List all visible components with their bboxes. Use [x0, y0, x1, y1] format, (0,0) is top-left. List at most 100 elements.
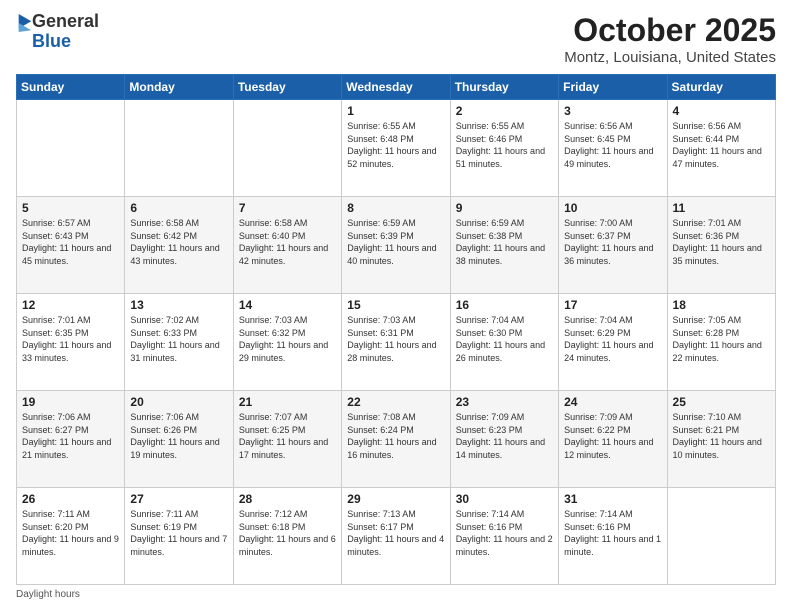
table-row: 29 Sunrise: 7:13 AM Sunset: 6:17 PM Dayli…	[342, 488, 450, 585]
day-number: 23	[456, 395, 553, 409]
day-info: Sunrise: 7:11 AM Sunset: 6:20 PM Dayligh…	[22, 508, 119, 558]
day-number: 29	[347, 492, 444, 506]
day-info: Sunrise: 7:11 AM Sunset: 6:19 PM Dayligh…	[130, 508, 227, 558]
day-info: Sunrise: 7:03 AM Sunset: 6:32 PM Dayligh…	[239, 314, 336, 364]
table-row: 30 Sunrise: 7:14 AM Sunset: 6:16 PM Dayli…	[450, 488, 558, 585]
day-info: Sunrise: 7:03 AM Sunset: 6:31 PM Dayligh…	[347, 314, 444, 364]
day-number: 7	[239, 201, 336, 215]
table-row: 4Sunrise: 6:56 AM Sunset: 6:44 PM Daylig…	[667, 100, 775, 197]
table-row: 3 Sunrise: 6:56 AM Sunset: 6:45 PM Daylig…	[559, 100, 667, 197]
header-saturday: Saturday	[667, 75, 775, 100]
header-friday: Friday	[559, 75, 667, 100]
day-number: 24	[564, 395, 661, 409]
day-info: Sunrise: 7:04 AM Sunset: 6:30 PM Dayligh…	[456, 314, 553, 364]
day-number: 18	[673, 298, 770, 312]
calendar-week-row: 1Sunrise: 6:55 AM Sunset: 6:48 PM Daylig…	[17, 100, 776, 197]
day-info: Sunrise: 7:05 AM Sunset: 6:28 PM Dayligh…	[673, 314, 770, 364]
day-number: 8	[347, 201, 444, 215]
table-row: 25 Sunrise: 7:10 AM Sunset: 6:21 PM Dayli…	[667, 391, 775, 488]
table-row: 27 Sunrise: 7:11 AM Sunset: 6:19 PM Dayli…	[125, 488, 233, 585]
day-number: 20	[130, 395, 227, 409]
day-number: 12	[22, 298, 119, 312]
day-info: Sunrise: 6:59 AM Sunset: 6:38 PM Dayligh…	[456, 217, 553, 267]
header-sunday: Sunday	[17, 75, 125, 100]
location-title: Montz, Louisiana, United States	[564, 49, 776, 66]
calendar-week-row: 5 Sunrise: 6:57 AM Sunset: 6:43 PM Daylig…	[17, 197, 776, 294]
day-info: Sunrise: 7:09 AM Sunset: 6:22 PM Dayligh…	[564, 411, 661, 461]
day-number: 30	[456, 492, 553, 506]
table-row	[667, 488, 775, 585]
day-number: 25	[673, 395, 770, 409]
day-info: Sunrise: 6:57 AM Sunset: 6:43 PM Dayligh…	[22, 217, 119, 267]
day-number: 5	[22, 201, 119, 215]
day-info: Sunrise: 7:12 AM Sunset: 6:18 PM Dayligh…	[239, 508, 336, 558]
table-row: 15 Sunrise: 7:03 AM Sunset: 6:31 PM Dayli…	[342, 294, 450, 391]
table-row	[233, 100, 341, 197]
footer-note: Daylight hours	[16, 589, 776, 600]
table-row: 20Sunrise: 7:06 AM Sunset: 6:26 PM Dayli…	[125, 391, 233, 488]
table-row: 14Sunrise: 7:03 AM Sunset: 6:32 PM Dayli…	[233, 294, 341, 391]
table-row: 10 Sunrise: 7:00 AM Sunset: 6:37 PM Dayli…	[559, 197, 667, 294]
day-number: 2	[456, 104, 553, 118]
header-wednesday: Wednesday	[342, 75, 450, 100]
table-row	[125, 100, 233, 197]
day-info: Sunrise: 7:09 AM Sunset: 6:23 PM Dayligh…	[456, 411, 553, 461]
header-tuesday: Tuesday	[233, 75, 341, 100]
table-row: 26Sunrise: 7:11 AM Sunset: 6:20 PM Dayli…	[17, 488, 125, 585]
month-title: October 2025	[564, 12, 776, 49]
day-info: Sunrise: 6:58 AM Sunset: 6:42 PM Dayligh…	[130, 217, 227, 267]
logo-icon	[18, 14, 32, 32]
day-number: 3	[564, 104, 661, 118]
day-number: 27	[130, 492, 227, 506]
table-row: 31Sunrise: 7:14 AM Sunset: 6:16 PM Dayli…	[559, 488, 667, 585]
table-row: 7 Sunrise: 6:58 AM Sunset: 6:40 PM Daylig…	[233, 197, 341, 294]
table-row: 5 Sunrise: 6:57 AM Sunset: 6:43 PM Daylig…	[17, 197, 125, 294]
table-row: 9Sunrise: 6:59 AM Sunset: 6:38 PM Daylig…	[450, 197, 558, 294]
calendar-week-row: 12Sunrise: 7:01 AM Sunset: 6:35 PM Dayli…	[17, 294, 776, 391]
day-number: 17	[564, 298, 661, 312]
day-info: Sunrise: 6:56 AM Sunset: 6:45 PM Dayligh…	[564, 120, 661, 170]
table-row: 18 Sunrise: 7:05 AM Sunset: 6:28 PM Dayli…	[667, 294, 775, 391]
logo-text: General Blue	[32, 12, 99, 52]
page: General Blue October 2025 Montz, Louisia…	[0, 0, 792, 612]
day-info: Sunrise: 7:13 AM Sunset: 6:17 PM Dayligh…	[347, 508, 444, 558]
table-row: 12Sunrise: 7:01 AM Sunset: 6:35 PM Dayli…	[17, 294, 125, 391]
day-info: Sunrise: 6:55 AM Sunset: 6:46 PM Dayligh…	[456, 120, 553, 170]
day-number: 28	[239, 492, 336, 506]
header-monday: Monday	[125, 75, 233, 100]
table-row: 19 Sunrise: 7:06 AM Sunset: 6:27 PM Dayli…	[17, 391, 125, 488]
table-row: 11 Sunrise: 7:01 AM Sunset: 6:36 PM Dayli…	[667, 197, 775, 294]
day-info: Sunrise: 7:14 AM Sunset: 6:16 PM Dayligh…	[456, 508, 553, 558]
day-info: Sunrise: 7:14 AM Sunset: 6:16 PM Dayligh…	[564, 508, 661, 558]
calendar-week-row: 26Sunrise: 7:11 AM Sunset: 6:20 PM Dayli…	[17, 488, 776, 585]
day-number: 19	[22, 395, 119, 409]
table-row: 17 Sunrise: 7:04 AM Sunset: 6:29 PM Dayli…	[559, 294, 667, 391]
day-info: Sunrise: 7:04 AM Sunset: 6:29 PM Dayligh…	[564, 314, 661, 364]
header: General Blue October 2025 Montz, Louisia…	[16, 12, 776, 66]
day-info: Sunrise: 7:06 AM Sunset: 6:27 PM Dayligh…	[22, 411, 119, 461]
day-number: 13	[130, 298, 227, 312]
table-row: 21Sunrise: 7:07 AM Sunset: 6:25 PM Dayli…	[233, 391, 341, 488]
day-info: Sunrise: 7:01 AM Sunset: 6:36 PM Dayligh…	[673, 217, 770, 267]
day-info: Sunrise: 7:07 AM Sunset: 6:25 PM Dayligh…	[239, 411, 336, 461]
calendar-week-row: 19 Sunrise: 7:06 AM Sunset: 6:27 PM Dayli…	[17, 391, 776, 488]
calendar-table: Sunday Monday Tuesday Wednesday Thursday…	[16, 74, 776, 585]
day-number: 10	[564, 201, 661, 215]
day-info: Sunrise: 7:00 AM Sunset: 6:37 PM Dayligh…	[564, 217, 661, 267]
day-number: 15	[347, 298, 444, 312]
table-row: 22Sunrise: 7:08 AM Sunset: 6:24 PM Dayli…	[342, 391, 450, 488]
day-info: Sunrise: 7:02 AM Sunset: 6:33 PM Dayligh…	[130, 314, 227, 364]
day-info: Sunrise: 6:58 AM Sunset: 6:40 PM Dayligh…	[239, 217, 336, 267]
table-row	[17, 100, 125, 197]
day-number: 22	[347, 395, 444, 409]
logo: General Blue	[16, 12, 99, 52]
day-info: Sunrise: 6:59 AM Sunset: 6:39 PM Dayligh…	[347, 217, 444, 267]
day-number: 11	[673, 201, 770, 215]
table-row: 1Sunrise: 6:55 AM Sunset: 6:48 PM Daylig…	[342, 100, 450, 197]
table-row: 2 Sunrise: 6:55 AM Sunset: 6:46 PM Daylig…	[450, 100, 558, 197]
table-row: 6 Sunrise: 6:58 AM Sunset: 6:42 PM Daylig…	[125, 197, 233, 294]
day-number: 4	[673, 104, 770, 118]
day-info: Sunrise: 7:10 AM Sunset: 6:21 PM Dayligh…	[673, 411, 770, 461]
table-row: 28 Sunrise: 7:12 AM Sunset: 6:18 PM Dayli…	[233, 488, 341, 585]
day-number: 6	[130, 201, 227, 215]
